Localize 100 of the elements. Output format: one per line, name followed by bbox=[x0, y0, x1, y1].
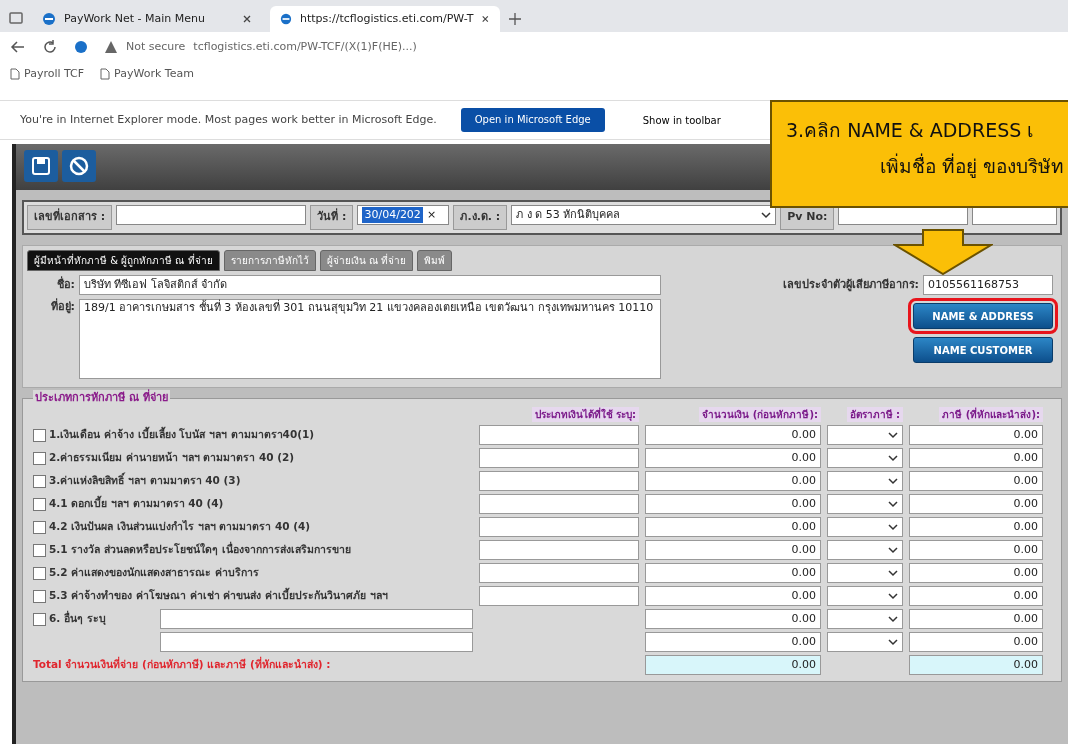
amount-field[interactable]: 0.00 bbox=[645, 471, 821, 491]
page-icon bbox=[100, 68, 111, 80]
description-field[interactable] bbox=[479, 540, 639, 560]
name-field[interactable]: บริษัท ทีซีเอฟ โลจิสติกส์ จำกัด bbox=[79, 274, 661, 295]
checkbox[interactable] bbox=[33, 497, 46, 511]
browser-tab[interactable]: PayWork Net - Main Menu bbox=[32, 6, 262, 32]
description-field[interactable] bbox=[479, 448, 639, 468]
close-icon[interactable] bbox=[242, 14, 252, 24]
amount-field[interactable]: 0.00 bbox=[645, 632, 821, 652]
checkbox[interactable] bbox=[33, 566, 46, 580]
text-field[interactable] bbox=[116, 205, 307, 225]
form-tab[interactable]: ผู้มีหน้าที่หักภาษี & ผู้ถูกหักภาษี ณ ที่จ่าย bbox=[27, 249, 220, 271]
amount-field[interactable]: 0.00 bbox=[645, 517, 821, 537]
tax-field[interactable]: 0.00 bbox=[909, 586, 1043, 606]
checkbox[interactable] bbox=[33, 428, 46, 442]
rate-dropdown[interactable] bbox=[827, 632, 903, 652]
rate-dropdown[interactable] bbox=[827, 609, 903, 629]
browser-logo-icon bbox=[42, 12, 56, 26]
tax-field[interactable]: 0.00 bbox=[909, 540, 1043, 560]
checkbox[interactable] bbox=[33, 543, 46, 557]
total-tax-field[interactable]: 0.00 bbox=[909, 655, 1043, 675]
amount-field[interactable]: 0.00 bbox=[645, 540, 821, 560]
amount-field[interactable]: 0.00 bbox=[645, 494, 821, 514]
tax-field[interactable]: 0.00 bbox=[909, 563, 1043, 583]
column-header: ประเภทเงินได้ที่ใช้ ระบุ: bbox=[531, 407, 639, 422]
tax-field[interactable]: 0.00 bbox=[909, 471, 1043, 491]
description-field[interactable] bbox=[479, 425, 639, 445]
checkbox[interactable] bbox=[33, 520, 46, 534]
cancel-icon bbox=[69, 156, 89, 176]
total-label: Total จำนวนเงินที่จ่าย (ก่อนหักภาษี) และภาษี (ที่หักและนำส่ง) : bbox=[33, 657, 331, 673]
tax-field[interactable]: 0.00 bbox=[909, 609, 1043, 629]
checkbox[interactable] bbox=[33, 451, 46, 465]
page-icon bbox=[10, 68, 20, 80]
income-type-label: 4.2 เงินปันผล เงินส่วนแบ่งกำไร ฯลฯ ตามมาตรา 40 (4) bbox=[49, 519, 311, 535]
amount-field[interactable]: 0.00 bbox=[645, 586, 821, 606]
field-label: เลขที่เอกสาร : bbox=[27, 205, 113, 230]
column-header: จำนวนเงิน (ก่อนหักภาษี): bbox=[699, 407, 821, 422]
tax-field[interactable]: 0.00 bbox=[909, 425, 1043, 445]
income-type-label: 5.1 รางวัล ส่วนลดหรือประโยชน์ใดๆ เนื่องจากการส่งเสริมการขาย bbox=[49, 542, 351, 558]
browser-tab[interactable]: https://tcflogistics.eti.com/PW-T bbox=[270, 6, 500, 32]
chevron-icon bbox=[888, 431, 898, 439]
chevron-icon bbox=[888, 477, 898, 485]
rate-dropdown[interactable] bbox=[827, 425, 903, 445]
chevron-icon bbox=[888, 454, 898, 462]
checkbox[interactable] bbox=[33, 612, 46, 626]
chevron-icon bbox=[888, 592, 898, 600]
rate-dropdown[interactable] bbox=[827, 517, 903, 537]
action-button[interactable]: NAME CUSTOMER bbox=[913, 337, 1053, 363]
tax-field[interactable]: 0.00 bbox=[909, 494, 1043, 514]
rate-dropdown[interactable] bbox=[827, 563, 903, 583]
tax-field[interactable]: 0.00 bbox=[909, 632, 1043, 652]
other-description-field[interactable] bbox=[160, 609, 473, 629]
checkbox[interactable] bbox=[33, 589, 46, 603]
amount-field[interactable]: 0.00 bbox=[645, 609, 821, 629]
field-label: เลขประจำตัวผู้เสียภาษีอากร: bbox=[782, 276, 919, 293]
new-tab-icon[interactable] bbox=[508, 12, 522, 26]
rate-dropdown[interactable] bbox=[827, 471, 903, 491]
total-amount-field[interactable]: 0.00 bbox=[645, 655, 821, 675]
description-field[interactable] bbox=[479, 586, 639, 606]
income-type-label: 5.2 ค่าแสดงของนักแสดงสาธารณะ ค่าบริการ bbox=[49, 565, 259, 581]
tax-field[interactable]: 0.00 bbox=[909, 517, 1043, 537]
amount-field[interactable]: 0.00 bbox=[645, 448, 821, 468]
show-toolbar-button[interactable]: Show in toolbar bbox=[628, 107, 735, 133]
close-icon[interactable] bbox=[481, 14, 490, 24]
rate-dropdown[interactable] bbox=[827, 448, 903, 468]
dropdown-field[interactable]: ภ ง ด 53 หักนิติบุคคล bbox=[511, 205, 777, 225]
bookmark-link[interactable]: PayWork Team bbox=[100, 65, 194, 83]
other-description-field[interactable] bbox=[160, 632, 473, 652]
refresh-icon[interactable] bbox=[42, 39, 58, 55]
field-label: ภ.ง.ด. : bbox=[453, 205, 508, 230]
rate-dropdown[interactable] bbox=[827, 586, 903, 606]
tax-id-field[interactable]: 0105561168753 bbox=[923, 274, 1053, 295]
income-type-label: 5.3 ค่าจ้างทำของ ค่าโฆษณา ค่าเช่า ค่าขนส่ง ค่าเบี้ยประกันวินาศภัย ฯลฯ bbox=[49, 588, 388, 604]
ie-mode-icon[interactable] bbox=[74, 40, 88, 54]
chevron-icon bbox=[761, 211, 772, 219]
description-field[interactable] bbox=[479, 563, 639, 583]
address-field[interactable]: 189/1 อาคารเกษมสาร ชั้นที่ 3 ห้องเลขที่ 301 ถนนสุขุมวิท 21 แขวงคลองเตยเหนือ เขตวัฒนา กรุงเทพมหานคร 10110 bbox=[79, 299, 661, 379]
callout-box: 3.คลิก NAME & ADDRESS เ เพิ่มชื่อ ที่อยู่ ของบริษัท bbox=[770, 100, 1068, 208]
cancel-button[interactable] bbox=[62, 150, 96, 182]
chevron-icon bbox=[888, 615, 898, 623]
description-field[interactable] bbox=[479, 517, 639, 537]
bookmark-link[interactable]: Payroll TCF bbox=[10, 65, 85, 83]
amount-field[interactable]: 0.00 bbox=[645, 563, 821, 583]
amount-field[interactable]: 0.00 bbox=[645, 425, 821, 445]
chevron-icon bbox=[888, 523, 898, 531]
rate-dropdown[interactable] bbox=[827, 494, 903, 514]
sidebar-icon[interactable] bbox=[8, 10, 24, 26]
url-text[interactable]: tcflogistics.eti.com/PW-TCF/(X(1)F(HE)...) bbox=[193, 38, 417, 56]
back-icon[interactable] bbox=[10, 39, 26, 55]
rate-dropdown[interactable] bbox=[827, 540, 903, 560]
chevron-icon bbox=[888, 546, 898, 554]
column-header: ภาษี (ที่หักและนำส่ง): bbox=[939, 407, 1043, 422]
save-button[interactable] bbox=[24, 150, 58, 182]
description-field[interactable] bbox=[479, 494, 639, 514]
description-field[interactable] bbox=[479, 471, 639, 491]
checkbox[interactable] bbox=[33, 474, 46, 488]
income-type-label: 3.ค่าแห่งลิขสิทธิ์ ฯลฯ ตามมาตรา 40 (3) bbox=[49, 473, 241, 489]
date-field[interactable]: 30/04/202 × bbox=[357, 205, 450, 225]
tax-field[interactable]: 0.00 bbox=[909, 448, 1043, 468]
open-edge-button[interactable]: Open in Microsoft Edge bbox=[460, 108, 605, 132]
